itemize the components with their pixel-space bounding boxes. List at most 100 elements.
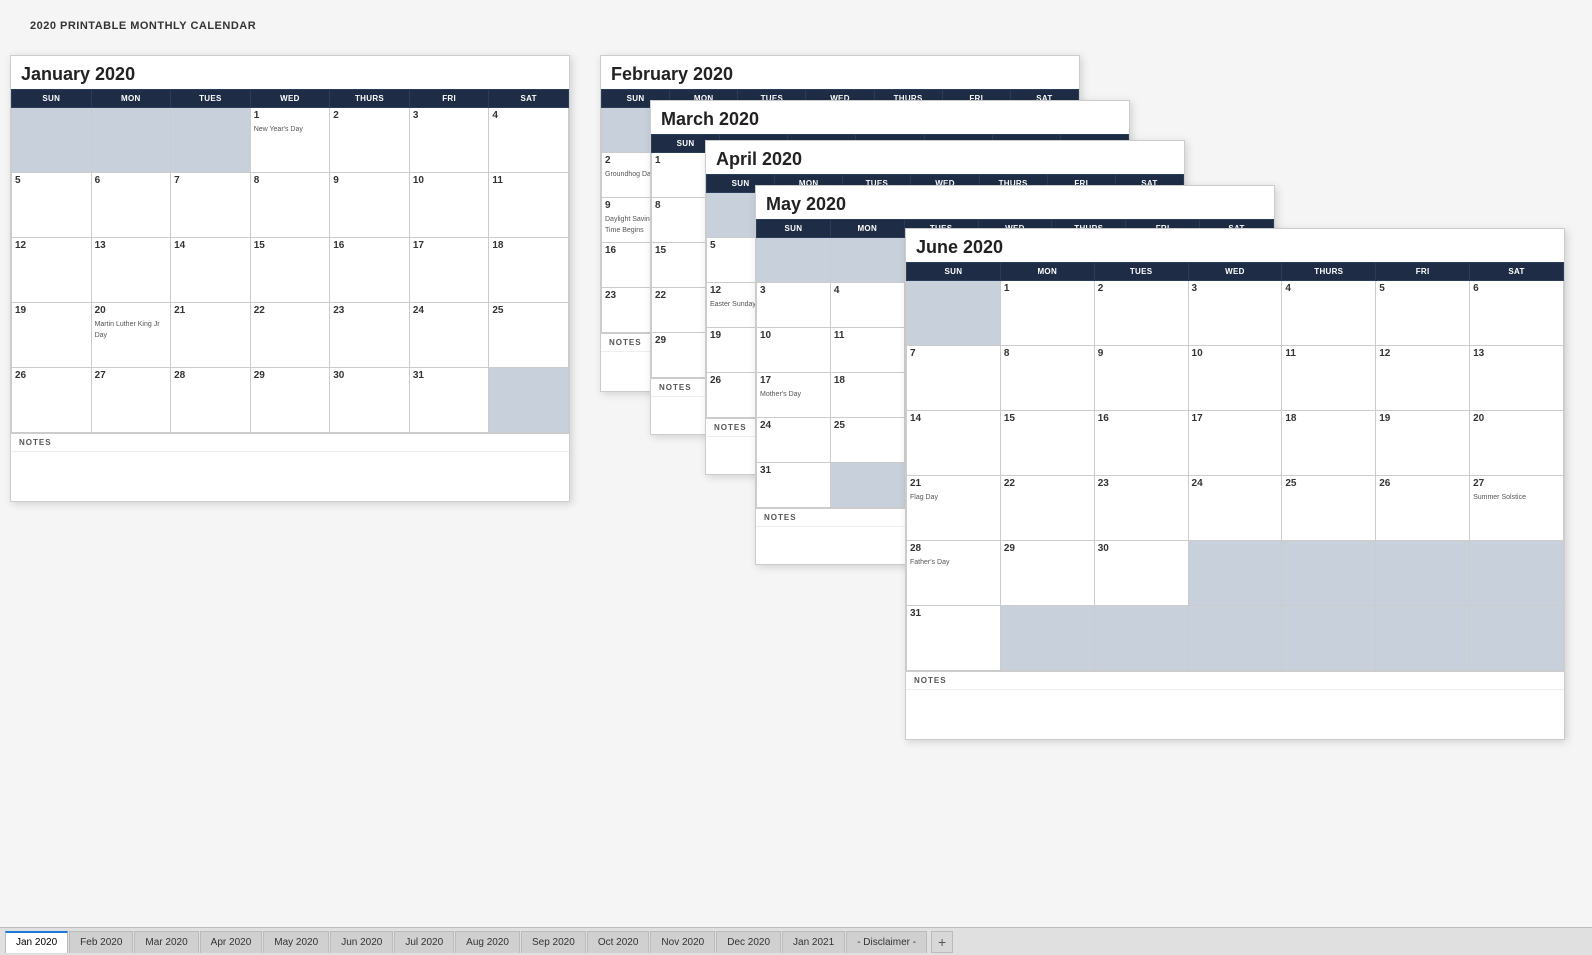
jan-col-sun: SUN: [12, 90, 92, 108]
table-row: 24: [1188, 476, 1282, 541]
table-row: 10: [757, 328, 831, 373]
table-row: 16: [330, 238, 410, 303]
table-row: 30: [330, 368, 410, 433]
table-row: 14: [907, 411, 1001, 476]
jun-col-thurs: THURS: [1282, 263, 1376, 281]
tab-disclaimer[interactable]: - Disclaimer -: [846, 931, 927, 953]
table-row: 15: [1000, 411, 1094, 476]
table-row: 17: [1188, 411, 1282, 476]
jan-col-fri: FRI: [409, 90, 489, 108]
june-title: June 2020: [906, 229, 1564, 262]
table-row: [1188, 541, 1282, 606]
table-row: 25: [830, 418, 904, 463]
app-container: 2020 PRINTABLE MONTHLY CALENDAR January …: [0, 0, 1592, 955]
table-row: 17: [409, 238, 489, 303]
tab-nov-2020[interactable]: Nov 2020: [650, 931, 715, 953]
table-row: 9: [330, 173, 410, 238]
table-row: 7: [907, 346, 1001, 411]
table-row: 19: [1376, 411, 1470, 476]
table-row: 8: [1000, 346, 1094, 411]
table-row: 16: [1094, 411, 1188, 476]
table-row: 20: [1470, 411, 1564, 476]
tab-sep-2020[interactable]: Sep 2020: [521, 931, 586, 953]
table-row: 6: [1470, 281, 1564, 346]
tab-apr-2020[interactable]: Apr 2020: [200, 931, 263, 953]
table-row: 3: [409, 108, 489, 173]
table-row: 26: [1376, 476, 1470, 541]
table-row: [1094, 606, 1188, 671]
table-row: 21: [171, 303, 251, 368]
table-row: [1282, 606, 1376, 671]
jun-col-wed: WED: [1188, 263, 1282, 281]
tab-jan-2021[interactable]: Jan 2021: [782, 931, 845, 953]
table-row: 10: [409, 173, 489, 238]
table-row: 20Martin Luther King Jr Day: [91, 303, 171, 368]
table-row: 12: [12, 238, 92, 303]
tab-aug-2020[interactable]: Aug 2020: [455, 931, 520, 953]
table-row: 22: [250, 303, 330, 368]
tab-jul-2020[interactable]: Jul 2020: [394, 931, 454, 953]
may-title: May 2020: [756, 186, 1274, 219]
jun-col-sat: SAT: [1470, 263, 1564, 281]
table-row: 18: [830, 373, 904, 418]
table-row: 11: [830, 328, 904, 373]
table-row: 31: [409, 368, 489, 433]
january-notes: NOTES: [11, 433, 569, 451]
table-row: 11: [1282, 346, 1376, 411]
table-row: [1282, 541, 1376, 606]
table-row: 8: [250, 173, 330, 238]
table-row: [830, 238, 904, 283]
table-row: 2: [1094, 281, 1188, 346]
tab-add-button[interactable]: +: [931, 931, 953, 953]
table-row: 21Flag Day: [907, 476, 1001, 541]
may-col-sun: SUN: [757, 220, 831, 238]
table-row: 1: [1000, 281, 1094, 346]
table-row: 11: [489, 173, 569, 238]
jan-col-thurs: THURS: [330, 90, 410, 108]
table-row: 27: [91, 368, 171, 433]
tab-oct-2020[interactable]: Oct 2020: [587, 931, 650, 953]
table-row: 13: [1470, 346, 1564, 411]
table-row: 15: [250, 238, 330, 303]
jun-col-fri: FRI: [1376, 263, 1470, 281]
june-calendar: June 2020 SUN MON TUES WED THURS FRI SAT: [905, 228, 1565, 740]
table-row: [757, 238, 831, 283]
table-row: 25: [489, 303, 569, 368]
table-row: 2: [330, 108, 410, 173]
tab-may-2020[interactable]: May 2020: [263, 931, 329, 953]
table-row: [1376, 606, 1470, 671]
table-row: [12, 108, 92, 173]
table-row: [1470, 606, 1564, 671]
table-row: 18: [1282, 411, 1376, 476]
tab-jun-2020[interactable]: Jun 2020: [330, 931, 393, 953]
jun-col-sun: SUN: [907, 263, 1001, 281]
table-row: 25: [1282, 476, 1376, 541]
jun-col-mon: MON: [1000, 263, 1094, 281]
january-grid: SUN MON TUES WED THURS FRI SAT 1New Y: [11, 89, 569, 433]
table-row: 30: [1094, 541, 1188, 606]
table-row: [1188, 606, 1282, 671]
table-row: 5: [12, 173, 92, 238]
tab-feb-2020[interactable]: Feb 2020: [69, 931, 133, 953]
jan-col-wed: WED: [250, 90, 330, 108]
tab-bar: Jan 2020 Feb 2020 Mar 2020 Apr 2020 May …: [0, 927, 1592, 955]
table-row: 23: [1094, 476, 1188, 541]
april-title: April 2020: [706, 141, 1184, 174]
table-row: 14: [171, 238, 251, 303]
march-title: March 2020: [651, 101, 1129, 134]
tab-dec-2020[interactable]: Dec 2020: [716, 931, 781, 953]
table-row: 6: [91, 173, 171, 238]
table-row: 23: [330, 303, 410, 368]
table-row: 9: [1094, 346, 1188, 411]
tab-jan-2020[interactable]: Jan 2020: [5, 931, 68, 953]
tab-mar-2020[interactable]: Mar 2020: [134, 931, 198, 953]
table-row: 7: [171, 173, 251, 238]
february-title: February 2020: [601, 56, 1079, 89]
table-row: 26: [12, 368, 92, 433]
table-row: 3: [1188, 281, 1282, 346]
table-row: 5: [1376, 281, 1470, 346]
table-row: [489, 368, 569, 433]
table-row: 19: [12, 303, 92, 368]
jan-col-tues: TUES: [171, 90, 251, 108]
table-row: 10: [1188, 346, 1282, 411]
